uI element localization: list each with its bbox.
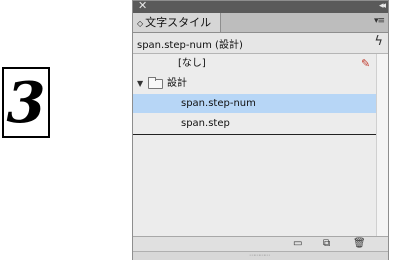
current-style-header: span.step-num (設計) ϟ — [133, 33, 388, 54]
collapse-icon[interactable]: ◂◂ — [379, 0, 386, 13]
new-group-icon[interactable]: ▭ — [293, 238, 302, 250]
resize-grip[interactable]: ⋯⋯⋯⋯ — [133, 251, 388, 260]
no-edit-icon: ✎ — [361, 57, 371, 70]
disclosure-triangle-icon[interactable]: ▼ — [137, 74, 143, 93]
grip-dots: ⋯⋯⋯⋯ — [249, 252, 270, 259]
list-item-none[interactable]: [なし] ✎ — [133, 54, 376, 73]
folder-icon — [148, 77, 163, 89]
panel-footer: ▭ ⧉ 🗑 — [133, 236, 388, 252]
list-item-label: span.step — [181, 118, 230, 129]
list-item-label: span.step-num — [181, 98, 256, 109]
list-item-style[interactable]: span.step-num — [133, 94, 376, 113]
quick-apply-icon[interactable]: ϟ — [374, 34, 383, 49]
vertical-scrollbar[interactable] — [376, 54, 388, 236]
panel-menu-icon[interactable]: ▾≡ — [374, 16, 385, 26]
list-item-label: 設計 — [167, 78, 187, 89]
tab-label: 文字スタイル — [145, 16, 212, 29]
panel-tab-row: ◇ 文字スタイル ▾≡ — [133, 13, 388, 33]
step-number-box: 3 — [2, 67, 50, 138]
list-item-group[interactable]: ▼ 設計 — [133, 74, 376, 93]
character-styles-panel: ✕ ◂◂ ◇ 文字スタイル ▾≡ span.step-num (設計) ϟ [なし… — [132, 0, 389, 260]
list-item-label: [なし] — [178, 58, 206, 69]
current-style-label: span.step-num (設計) — [137, 40, 243, 51]
panel-titlebar[interactable]: ✕ ◂◂ — [133, 0, 388, 13]
step-number: 3 — [6, 69, 46, 136]
close-icon[interactable]: ✕ — [138, 0, 147, 13]
trash-icon[interactable]: 🗑 — [353, 238, 366, 250]
tab-expand-icon: ◇ — [137, 19, 144, 28]
tab-character-styles[interactable]: ◇ 文字スタイル — [133, 13, 221, 32]
new-style-icon[interactable]: ⧉ — [323, 238, 330, 250]
style-list: [なし] ✎ ▼ 設計 span.step-num span.step — [133, 54, 376, 236]
list-item-style[interactable]: span.step — [133, 114, 376, 135]
